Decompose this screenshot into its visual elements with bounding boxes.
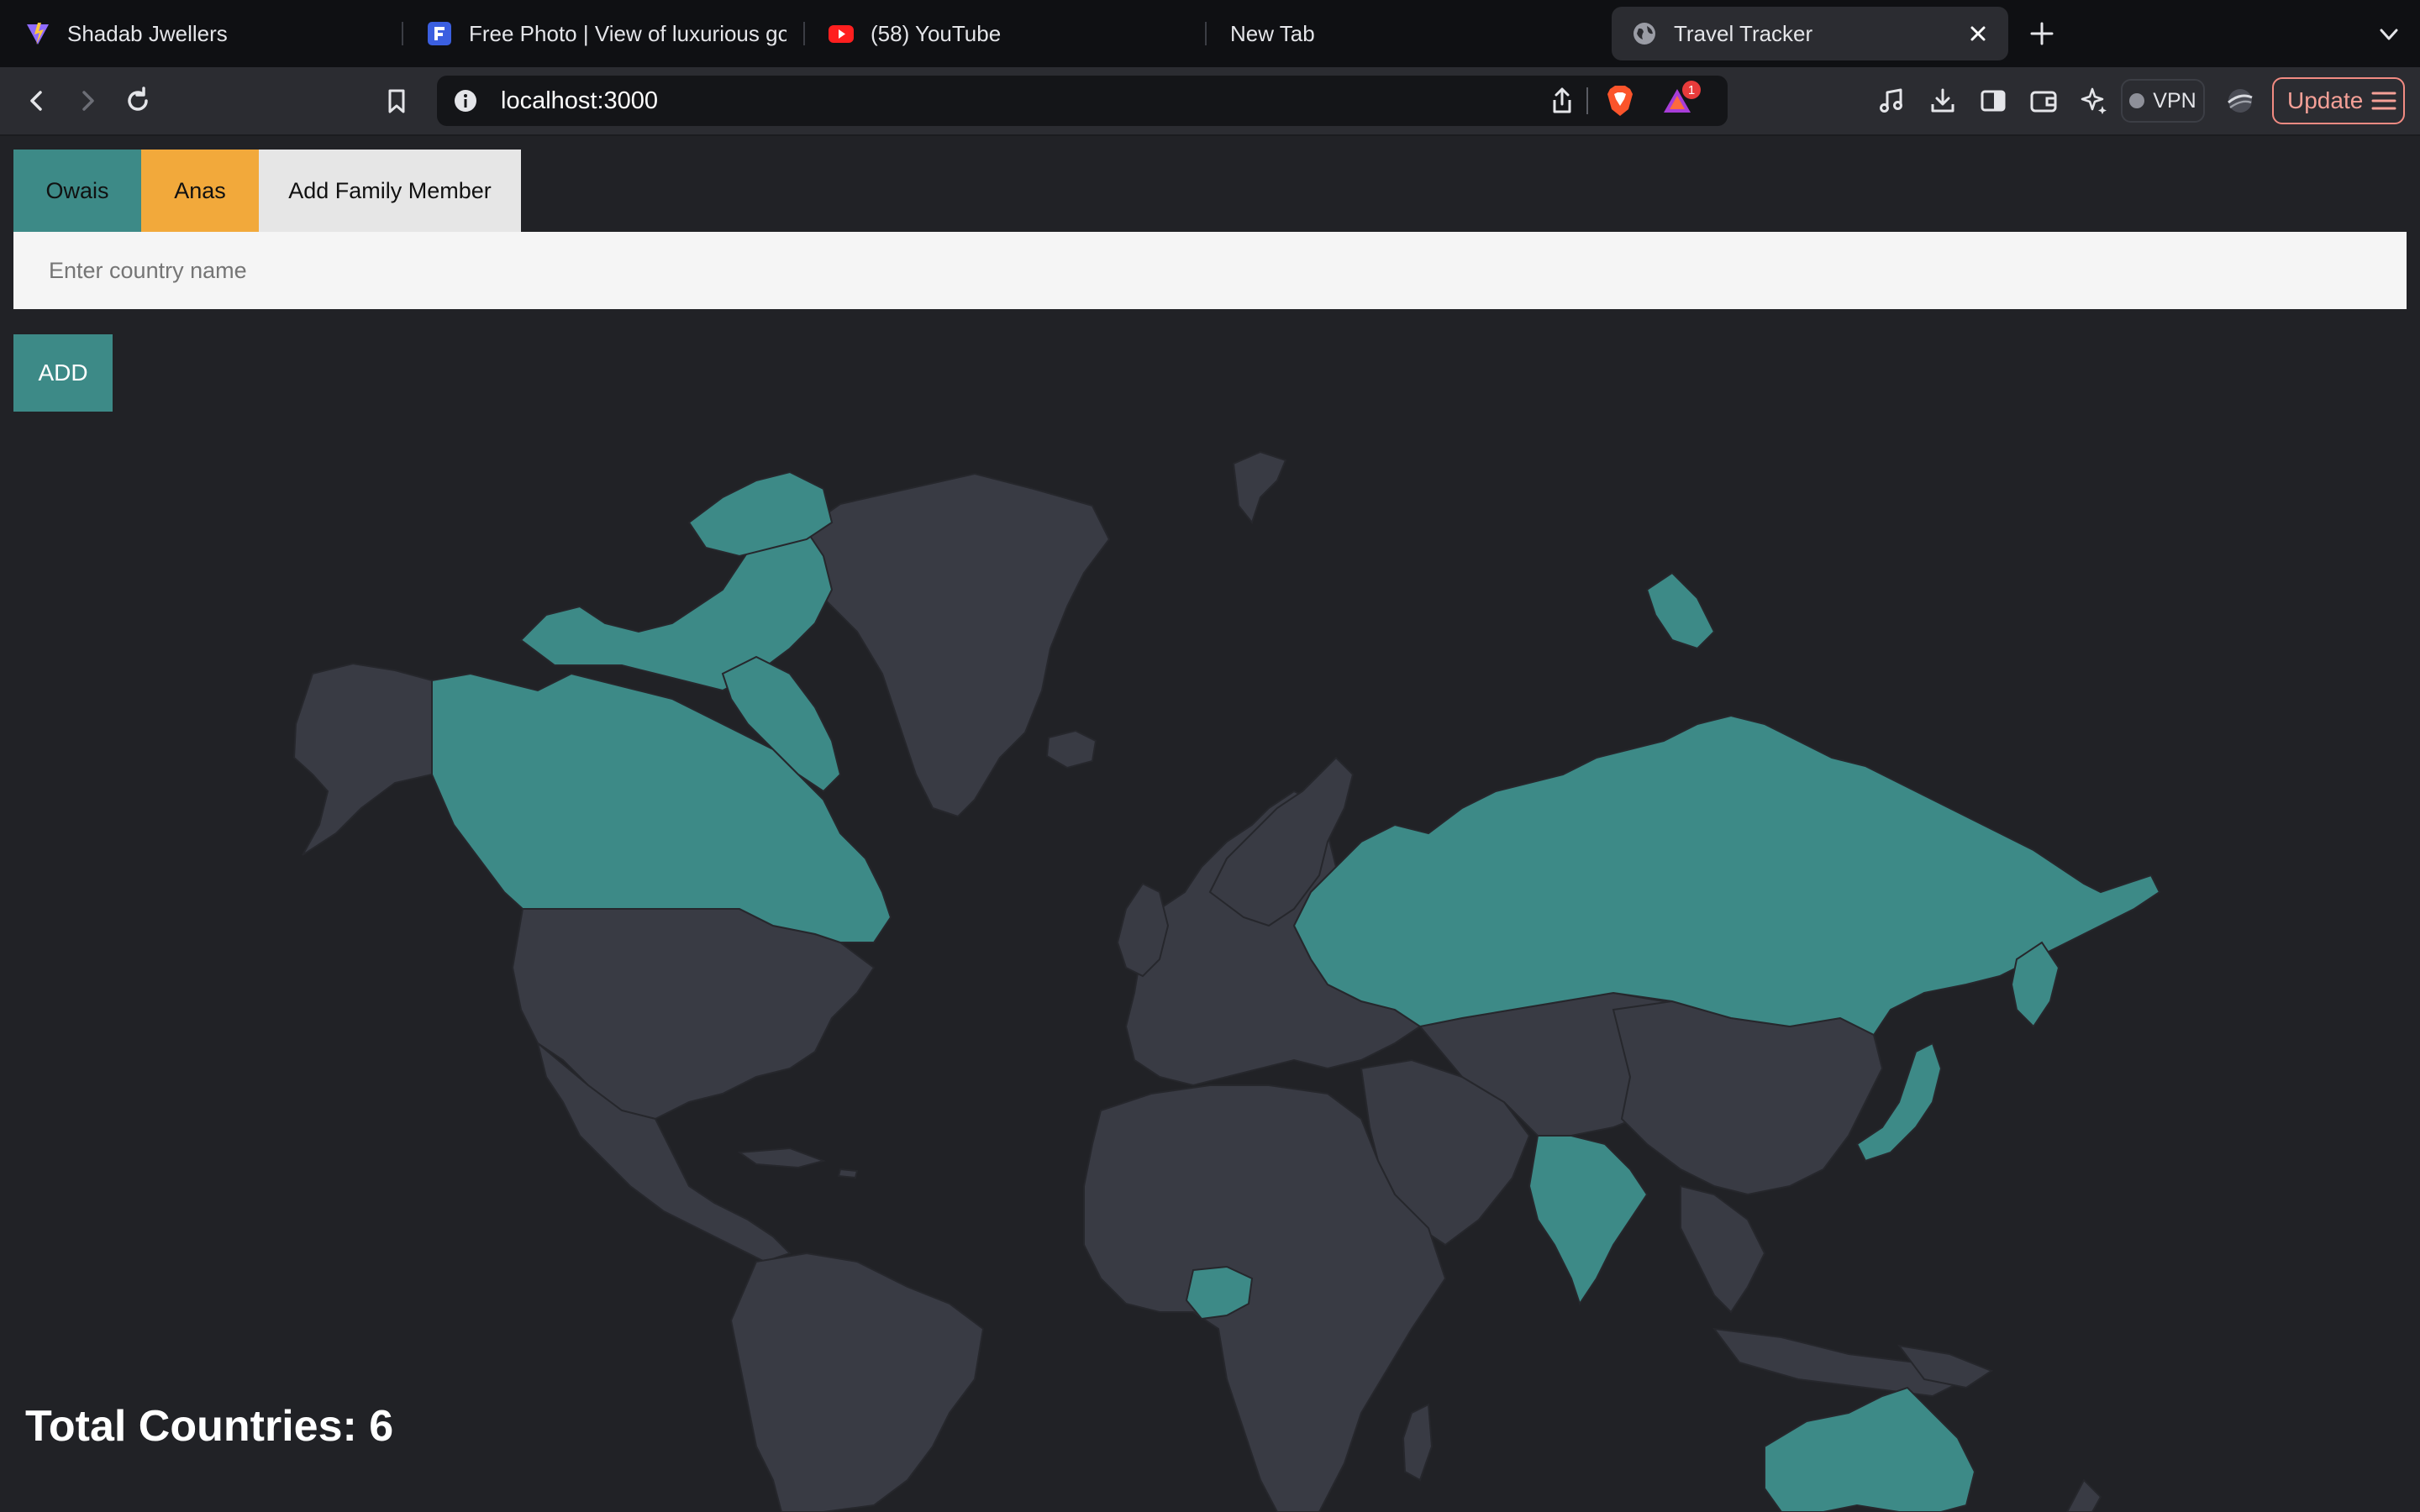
profile-avatar-icon[interactable] bbox=[2223, 84, 2257, 118]
tab-separator bbox=[402, 22, 403, 45]
southeast-asia bbox=[1680, 1184, 1766, 1314]
add-button-label: ADD bbox=[38, 360, 88, 386]
add-country-button[interactable]: ADD bbox=[13, 334, 113, 412]
tab-title: Travel Tracker bbox=[1674, 20, 1813, 46]
add-family-member-button[interactable]: Add Family Member bbox=[259, 150, 521, 232]
tab-freepik[interactable]: Free Photo | View of luxurious gol bbox=[427, 7, 786, 60]
member-name: Anas bbox=[174, 177, 226, 203]
freepik-icon bbox=[428, 22, 451, 45]
browser-tab-strip: Shadab Jwellers Free Photo | View of lux… bbox=[0, 0, 2420, 67]
tab-title: Shadab Jwellers bbox=[67, 20, 228, 46]
caribbean-dot bbox=[837, 1168, 859, 1179]
youtube-icon bbox=[829, 25, 854, 43]
member-tab-anas[interactable]: Anas bbox=[141, 150, 259, 232]
family-members: Owais Anas Add Family Member bbox=[13, 150, 521, 232]
china bbox=[1612, 1000, 1884, 1196]
browser-toolbar: localhost:3000 1 VPN Update bbox=[0, 67, 2420, 136]
vite-logo-icon bbox=[27, 23, 49, 45]
india bbox=[1528, 1135, 1649, 1306]
url-text: localhost:3000 bbox=[501, 87, 659, 114]
russia-north-islands bbox=[1645, 571, 1716, 650]
tab-shadab-jwellers[interactable]: Shadab Jwellers bbox=[25, 7, 387, 60]
madagascar bbox=[1402, 1403, 1434, 1482]
canada-arctic-islands bbox=[519, 521, 834, 692]
south-america bbox=[729, 1252, 985, 1512]
reload-icon[interactable] bbox=[121, 84, 155, 118]
tab-title: New Tab bbox=[1230, 20, 1315, 46]
wallet-icon[interactable] bbox=[2027, 84, 2060, 118]
cuba bbox=[737, 1147, 827, 1169]
alaska bbox=[292, 662, 433, 856]
member-tab-owais[interactable]: Owais bbox=[13, 150, 141, 232]
total-countries: Total Countries: 6 bbox=[25, 1402, 394, 1451]
world-map bbox=[292, 450, 2161, 1512]
member-name: Owais bbox=[45, 177, 109, 203]
travel-tracker-page: Owais Anas Add Family Member ADD Total C… bbox=[0, 136, 2420, 1512]
tab-title: Free Photo | View of luxurious gol bbox=[469, 20, 786, 46]
new-zealand bbox=[2065, 1478, 2102, 1512]
url-separator bbox=[1586, 87, 1588, 114]
site-info-icon[interactable] bbox=[452, 87, 479, 114]
vpn-status-icon bbox=[2129, 93, 2145, 108]
vpn-button[interactable]: VPN bbox=[2121, 79, 2205, 123]
address-bar[interactable]: localhost:3000 1 bbox=[437, 76, 1728, 126]
globe-icon bbox=[1634, 23, 1655, 45]
brave-shields-icon[interactable] bbox=[1605, 84, 1635, 118]
forward-icon[interactable] bbox=[71, 84, 104, 118]
tab-separator bbox=[1205, 22, 1207, 45]
add-family-member-label: Add Family Member bbox=[288, 177, 492, 203]
chevron-down-icon[interactable] bbox=[2376, 22, 2402, 47]
australia bbox=[1764, 1386, 1976, 1512]
canada bbox=[431, 672, 892, 943]
tab-new-tab[interactable]: New Tab bbox=[1230, 7, 1583, 60]
share-icon[interactable] bbox=[1548, 86, 1576, 116]
iceland bbox=[1045, 729, 1097, 769]
rewards-badge: 1 bbox=[1682, 81, 1701, 99]
leo-ai-icon[interactable] bbox=[2077, 84, 2111, 118]
media-icon[interactable] bbox=[1876, 84, 1909, 118]
tab-youtube[interactable]: (58) YouTube bbox=[829, 7, 1181, 60]
back-icon[interactable] bbox=[20, 84, 54, 118]
update-button[interactable]: Update bbox=[2272, 77, 2405, 124]
tab-separator bbox=[803, 22, 805, 45]
vpn-label: VPN bbox=[2153, 88, 2196, 113]
tab-title: (58) YouTube bbox=[871, 20, 1002, 46]
new-tab-icon[interactable] bbox=[2027, 18, 2057, 49]
country-name-input[interactable] bbox=[13, 232, 2407, 309]
sidebar-icon[interactable] bbox=[1976, 84, 2010, 118]
menu-icon bbox=[2371, 92, 2396, 110]
bookmark-icon[interactable] bbox=[380, 84, 413, 118]
tab-travel-tracker[interactable]: Travel Tracker bbox=[1612, 7, 2008, 60]
download-icon[interactable] bbox=[1926, 84, 1960, 118]
svalbard bbox=[1232, 450, 1287, 525]
close-tab-icon[interactable] bbox=[1966, 22, 1990, 45]
update-label: Update bbox=[2287, 87, 2364, 113]
